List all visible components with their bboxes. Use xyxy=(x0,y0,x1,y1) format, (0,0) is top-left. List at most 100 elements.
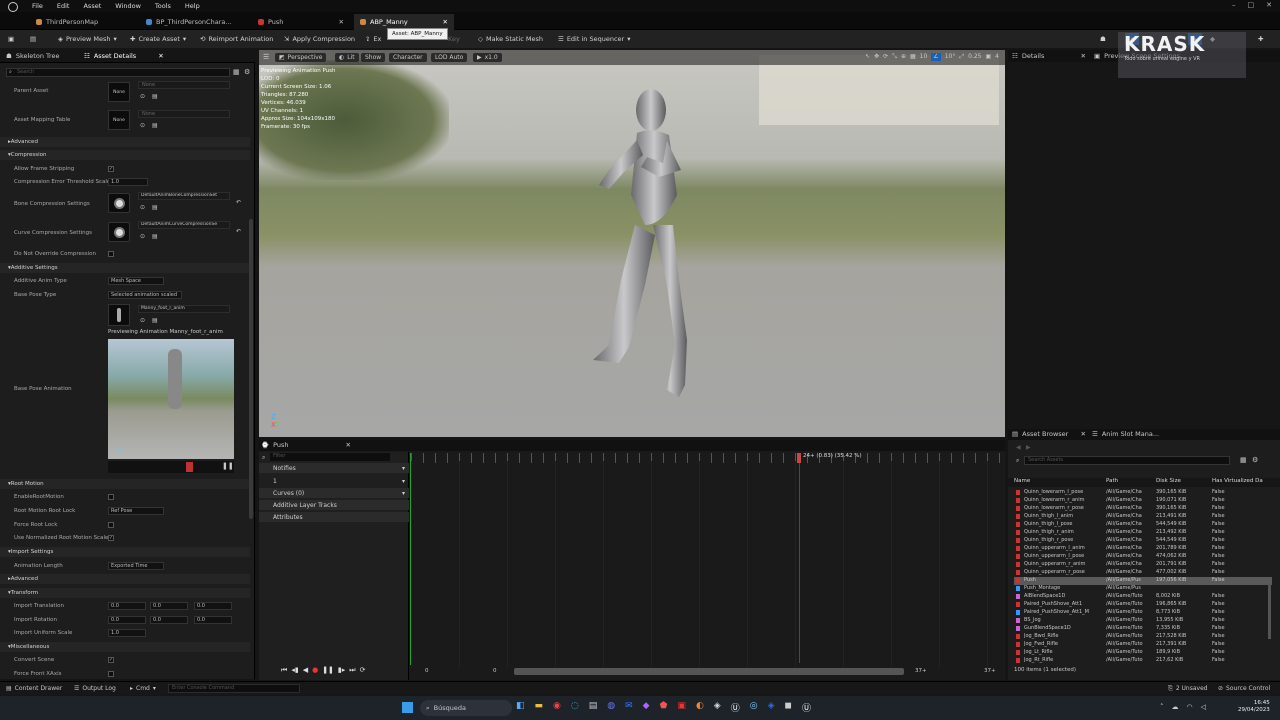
tray-expand-icon[interactable]: ˄ xyxy=(1160,703,1164,711)
asset-row[interactable]: Paired_PushShove_Att1/All/Game/Tuto 196,8… xyxy=(1014,601,1272,609)
track-menu-icon[interactable]: ▾ xyxy=(402,490,405,497)
asset-row[interactable]: Push_Montage/All/Game/Pus xyxy=(1014,585,1272,593)
use-selected-icon[interactable]: ▤ xyxy=(152,204,158,211)
lit-button[interactable]: ◐ Lit xyxy=(335,53,359,62)
close-window-icon[interactable]: ✕ xyxy=(1266,1,1272,9)
playback-speed-button[interactable]: ▶ x1.0 xyxy=(473,53,502,62)
timeline-scrollbar[interactable] xyxy=(514,668,904,675)
unreal-active-icon[interactable]: Ⓤ xyxy=(802,701,811,714)
preview-mesh-button[interactable]: ◈ Preview Mesh ▾ xyxy=(58,33,117,45)
asset-row[interactable]: GunBlendSpace1D/All/Game/Tuto 7,335 KiB Fa… xyxy=(1014,625,1272,633)
menu-item-help[interactable]: Help xyxy=(185,2,200,10)
preview-scrubber[interactable]: ❚❚ xyxy=(108,461,234,473)
bone-compression-picker[interactable]: DefaultAnimBoneCompressionSet xyxy=(138,192,230,200)
miscellaneous-section[interactable]: ▾ Miscellaneous xyxy=(0,642,250,652)
compression-error-input[interactable]: 1.0 xyxy=(108,178,148,186)
close-tab-icon[interactable]: ✕ xyxy=(346,441,351,449)
uniform-scale-input[interactable]: 1.0 xyxy=(108,629,146,637)
epic-icon[interactable]: ◼ xyxy=(785,701,792,714)
unreal-logo-icon[interactable] xyxy=(8,1,18,12)
range-start[interactable]: 0 xyxy=(425,668,429,674)
scrubber-handle[interactable] xyxy=(186,462,193,472)
save-icon[interactable]: ▣ xyxy=(8,33,14,45)
root-motion-section[interactable]: ▾ Root Motion xyxy=(0,479,250,489)
close-tab-icon[interactable]: ✕ xyxy=(1081,52,1086,60)
bone-compression-thumbnail[interactable] xyxy=(108,193,130,213)
force-front-checkbox[interactable] xyxy=(108,671,114,677)
reset-icon[interactable]: ↶ xyxy=(236,228,241,235)
pause-icon[interactable]: ❚❚ xyxy=(322,666,334,675)
asset-row[interactable]: Quinn_upperarm_l_pose/All/Game/Cha 474,06… xyxy=(1014,553,1272,561)
steam-icon[interactable]: ◎ xyxy=(750,701,758,714)
asset-mapping-picker[interactable]: None xyxy=(138,110,230,118)
tab-asset-browser[interactable]: ▤ Asset Browser ✕ xyxy=(1012,430,1086,438)
character-button[interactable]: Character xyxy=(389,53,427,62)
reset-icon[interactable]: ↶ xyxy=(236,199,241,206)
menu-item-tools[interactable]: Tools xyxy=(155,2,171,10)
translation-y-input[interactable]: 0.0 xyxy=(150,602,188,610)
rotate-icon[interactable]: ⟳ xyxy=(883,53,888,61)
allow-frame-stripping-checkbox[interactable]: ✓ xyxy=(108,166,114,172)
asset-row[interactable]: Push/All/Game/Pus 197,056 KiB False xyxy=(1014,577,1272,585)
filter-icon[interactable]: ▦ xyxy=(1240,456,1247,464)
reimport-button[interactable]: ⟲ Reimport Animation xyxy=(200,33,273,45)
view-start[interactable]: 0 xyxy=(493,668,497,674)
root-lock-dropdown[interactable]: Ref Pose xyxy=(108,507,164,515)
tab-anim-slot-manager[interactable]: ☰ Anim Slot Mana... xyxy=(1092,430,1159,438)
menu-item-edit[interactable]: Edit xyxy=(57,2,70,10)
loop-icon[interactable]: ⟳ xyxy=(360,666,366,675)
view-options-icon[interactable]: ▦ xyxy=(233,68,240,76)
scale-snap-value[interactable]: 0.25 xyxy=(968,53,981,61)
track-menu-icon[interactable]: ▾ xyxy=(402,478,405,485)
curve-compression-thumbnail[interactable] xyxy=(108,222,130,242)
col-name[interactable]: Name xyxy=(1014,478,1030,484)
animation-length-dropdown[interactable]: Exported Time xyxy=(108,562,164,570)
taskbar-search[interactable]: ⌕ Búsqueda xyxy=(420,700,512,716)
translate-icon[interactable]: ✥ xyxy=(874,53,879,61)
col-disk-size[interactable]: Disk Size xyxy=(1156,478,1181,484)
asset-row[interactable]: Quinn_thigh_l_anim/All/Game/Cha 213,491 K… xyxy=(1014,513,1272,521)
minimize-icon[interactable]: – xyxy=(1232,1,1236,9)
asset-row[interactable]: Quinn_upperarm_l_anim/All/Game/Cha 201,78… xyxy=(1014,545,1272,553)
force-root-lock-checkbox[interactable] xyxy=(108,522,114,528)
browse-to-icon[interactable]: ⊙ xyxy=(140,233,145,240)
asset-row[interactable]: AlBlendSpace1D/All/Game/Tuto 8,002 KiB Fal… xyxy=(1014,593,1272,601)
translation-z-input[interactable]: 0.0 xyxy=(194,602,232,610)
history-back-icon[interactable]: ◀ xyxy=(1016,444,1021,451)
asset-search-input[interactable]: Search Assets xyxy=(1024,456,1230,465)
record-icon[interactable]: ● xyxy=(312,666,318,675)
playhead[interactable] xyxy=(797,453,801,463)
export-button[interactable]: ⇪ Ex xyxy=(365,33,381,45)
play-reverse-icon[interactable]: ◀ xyxy=(303,666,308,675)
cmd-button[interactable]: ▸ Cmd ▾ xyxy=(130,685,156,692)
discord-icon[interactable]: ◍ xyxy=(607,701,615,714)
scale-snap-icon[interactable]: ⤢ xyxy=(959,53,964,61)
asset-row[interactable]: Jog_Bwd_Rifle/All/Game/Tuto 217,528 KiB Fa… xyxy=(1014,633,1272,641)
asset-row[interactable]: BS_Jog/All/Game/Tuto 13,955 KiB False xyxy=(1014,617,1272,625)
skip-end-icon[interactable]: ⏭ xyxy=(349,666,355,675)
asset-row[interactable]: Quinn_lowerarm_r_anim/All/Game/Cha 190,07… xyxy=(1014,497,1272,505)
track-menu-icon[interactable]: ▾ xyxy=(402,465,405,472)
menu-item-file[interactable]: File xyxy=(32,2,43,10)
close-tab-icon[interactable]: ✕ xyxy=(1081,430,1086,438)
details-search-input[interactable]: Search xyxy=(6,68,230,77)
create-asset-button[interactable]: ✚ Create Asset ▾ xyxy=(130,33,186,45)
tab-asset-details[interactable]: ☷ Asset Details ✕ xyxy=(84,52,164,60)
visual-studio-icon[interactable]: ◆ xyxy=(643,701,650,714)
col-virtualized[interactable]: Has Virtualized Da xyxy=(1212,478,1263,484)
scale-icon[interactable]: ⤡ xyxy=(892,53,897,61)
details-scrollbar[interactable] xyxy=(249,219,253,519)
physics-mode-icon[interactable]: ✚ xyxy=(1258,33,1263,45)
use-selected-icon[interactable]: ▤ xyxy=(152,93,158,100)
tab-details[interactable]: ☷ Details ✕ xyxy=(1012,52,1086,60)
tab-thirdpersonmap[interactable]: ThirdPersonMap xyxy=(30,14,138,30)
curve-compression-picker[interactable]: DefaultAnimCurveCompressionSe xyxy=(138,221,230,229)
no-override-checkbox[interactable] xyxy=(108,251,114,257)
asset-mapping-thumbnail[interactable]: None xyxy=(108,110,130,130)
windows-start-icon[interactable] xyxy=(402,702,413,713)
make-static-mesh-button[interactable]: ◇ Make Static Mesh xyxy=(478,33,543,45)
close-tab-icon[interactable]: ✕ xyxy=(158,52,163,60)
range-end[interactable]: 37+ xyxy=(984,668,996,674)
tab-bp-thirdpersoncharacter[interactable]: BP_ThirdPersonChara... xyxy=(140,14,240,30)
use-selected-icon[interactable]: ▤ xyxy=(152,317,158,324)
